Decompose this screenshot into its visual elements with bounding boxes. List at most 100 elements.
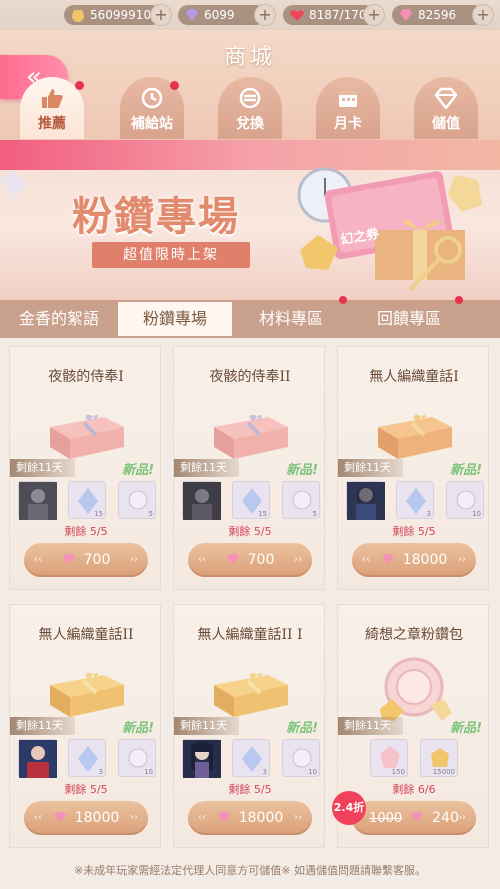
crystal-item[interactable]: 15 <box>232 481 270 519</box>
main-nav: 推薦 補給站 兌換 月卡 儲值 <box>20 77 486 139</box>
pearl-item[interactable]: 10 <box>446 481 484 519</box>
subtab-materials[interactable]: 材料專區 <box>232 302 350 336</box>
buy-button[interactable]: ‹‹ 18000 ›› <box>188 801 312 835</box>
days-remaining: 剩餘11天 <box>338 717 403 735</box>
chevron-left-icon: ‹‹ <box>34 554 42 565</box>
product-name: 無人編織童話II I <box>197 627 303 643</box>
pink-gem-icon <box>381 554 394 564</box>
item-quantity: 10 <box>308 768 317 776</box>
product-name: 綺想之章粉鑽包 <box>365 627 463 643</box>
pink-gem-icon <box>226 554 239 564</box>
gold-gem-item[interactable]: 15000 <box>420 739 458 777</box>
reward-items: 15 5 <box>16 481 156 520</box>
tab-top-up[interactable]: 儲值 <box>414 77 478 139</box>
character-portrait-icon <box>183 740 221 778</box>
add-pink-gem-button[interactable]: + <box>472 4 494 26</box>
subtab-rewards[interactable]: 回饋專區 <box>350 302 468 336</box>
character-portrait-item[interactable] <box>182 739 221 778</box>
pink-gem-icon <box>62 554 75 564</box>
product-card[interactable]: 夜骸的侍奉I 剩餘11天 新品! 15 5 剩餘 5/5 ‹‹ 700 ›› <box>9 346 161 590</box>
stock-remaining: 剩餘 5/5 <box>228 525 272 538</box>
price-value: 18000 <box>74 810 120 826</box>
pearl-item[interactable]: 5 <box>118 481 156 519</box>
add-gold-button[interactable]: + <box>150 4 172 26</box>
add-purple-gem-button[interactable]: + <box>254 4 276 26</box>
new-badge: 新品! <box>286 721 318 736</box>
days-remaining: 剩餘11天 <box>174 459 239 477</box>
days-remaining: 剩餘11天 <box>10 459 75 477</box>
product-card[interactable]: 無人編織童話II I 剩餘11天 新品! 3 10 剩餘 5/5 ‹‹ 1800… <box>173 604 325 848</box>
character-portrait-item[interactable] <box>346 481 385 520</box>
crystal-item[interactable]: 15 <box>68 481 106 519</box>
pearl-item[interactable]: 10 <box>118 739 156 777</box>
notification-dot <box>339 296 347 304</box>
category-tabs: 金香的絮語 粉鑽專場 材料專區 回饋專區 <box>0 296 500 338</box>
product-card[interactable]: 無人編織童話II 剩餘11天 新品! 3 10 剩餘 5/5 ‹‹ 18000 … <box>9 604 161 848</box>
tab-monthly-card[interactable]: 月卡 <box>316 77 380 139</box>
product-name: 夜骸的侍奉I <box>48 369 124 385</box>
add-stamina-button[interactable]: + <box>363 4 385 26</box>
days-remaining: 剩餘11天 <box>10 717 75 735</box>
price-value: 240 <box>432 810 459 826</box>
stock-remaining: 剩餘 5/5 <box>64 525 108 538</box>
buy-button[interactable]: ‹‹ 700 ›› <box>188 543 312 577</box>
discount-badge: 2.4折 <box>332 791 366 825</box>
promo-banner[interactable]: 粉鑽專場 超值限時上架 幻之券 <box>0 140 500 300</box>
gold-gift-box-icon <box>50 672 124 717</box>
character-portrait-item[interactable] <box>182 481 221 520</box>
new-badge: 新品! <box>122 721 154 736</box>
buy-button[interactable]: ‹‹ 18000 ›› <box>352 543 476 577</box>
price-value: 18000 <box>238 810 284 826</box>
character-portrait-item[interactable] <box>18 481 57 520</box>
crystal-item[interactable]: 3 <box>396 481 434 519</box>
price-value: 18000 <box>402 552 448 568</box>
buy-button[interactable]: ‹‹ 700 ›› <box>24 543 148 577</box>
exchange-icon <box>239 87 261 109</box>
subtab-tulip[interactable]: 金香的絮語 <box>0 302 118 336</box>
product-grid: 夜骸的侍奉I 剩餘11天 新品! 15 5 剩餘 5/5 ‹‹ 700 ›› 夜… <box>0 338 500 858</box>
pink-gem-item[interactable]: 150 <box>370 739 408 777</box>
tab-exchange[interactable]: 兌換 <box>218 77 282 139</box>
character-portrait-item[interactable] <box>18 739 57 778</box>
heart-icon <box>290 10 304 21</box>
product-card[interactable]: 無人編織童話I 剩餘11天 新品! 3 10 剩餘 5/5 ‹‹ 18000 ›… <box>337 346 489 590</box>
stock-remaining: 剩餘 5/5 <box>64 783 108 796</box>
pink-gem-counter: 82596 + <box>392 4 494 26</box>
thumbs-up-icon <box>42 89 63 108</box>
crystal-item[interactable]: 3 <box>232 739 270 777</box>
new-badge: 新品! <box>450 721 482 736</box>
currency-bar: 56099910 + 6099 + 8187/170 + 82596 + <box>0 0 500 30</box>
orange-gift-box-icon <box>378 414 452 459</box>
item-quantity: 15 <box>258 510 267 518</box>
calendar-icon <box>339 91 357 107</box>
product-name: 無人編織童話I <box>369 369 459 385</box>
gold-gift-box-icon <box>214 672 288 717</box>
chevron-left-icon: ‹‹ <box>34 812 42 823</box>
cat-coin-icon <box>72 9 84 22</box>
tab-label: 月卡 <box>334 116 362 132</box>
tab-label: 儲值 <box>432 116 460 132</box>
reward-items: 150 15000 <box>344 739 484 777</box>
page-title: 商城 <box>223 45 276 70</box>
crystal-item[interactable]: 3 <box>68 739 106 777</box>
item-quantity: 10 <box>144 768 153 776</box>
pearl-item[interactable]: 5 <box>282 481 320 519</box>
product-card[interactable]: 夜骸的侍奉II 剩餘11天 新品! 15 5 剩餘 5/5 ‹‹ 700 ›› <box>173 346 325 590</box>
banner-subtitle: 超值限時上架 <box>92 242 250 268</box>
item-quantity: 150 <box>391 768 405 776</box>
original-price: 1000 <box>369 811 403 826</box>
stock-remaining: 剩餘 6/6 <box>392 783 436 796</box>
item-quantity: 15000 <box>432 768 455 776</box>
pink-gem-icon <box>400 9 412 21</box>
chevron-right-icon: ›› <box>458 554 466 565</box>
buy-button[interactable]: ‹‹ 18000 ›› <box>24 801 148 835</box>
reward-items: 15 5 <box>180 481 320 520</box>
character-portrait-icon <box>183 482 221 520</box>
new-badge: 新品! <box>286 463 318 478</box>
buy-button[interactable]: 1000 240 ›› <box>352 801 476 835</box>
shop-header: « 商城 推薦 補給站 兌換 月卡 儲值 <box>0 30 500 140</box>
days-remaining: 剩餘11天 <box>338 459 403 477</box>
subtab-pink-diamond[interactable]: 粉鑽專場 <box>118 302 232 336</box>
pearl-item[interactable]: 10 <box>282 739 320 777</box>
product-card[interactable]: 綺想之章粉鑽包 剩餘11天 新品! 150 15000 剩餘 6/6 1000 2… <box>332 604 489 848</box>
